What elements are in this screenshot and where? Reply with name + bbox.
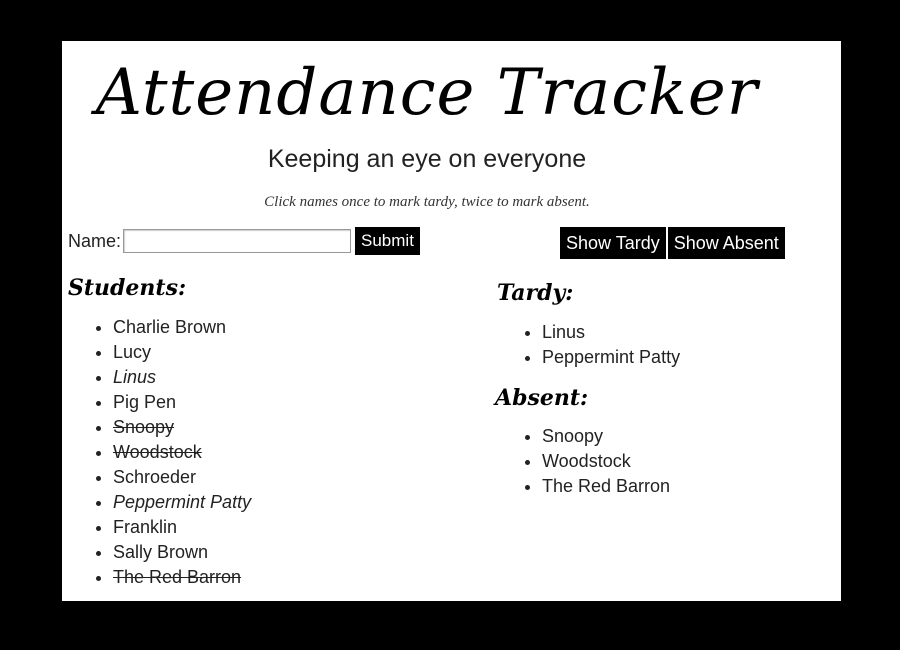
show-tardy-button[interactable]: Show Tardy — [560, 227, 666, 259]
tardy-list: LinusPeppermint Patty — [494, 320, 680, 370]
student-item[interactable]: Peppermint Patty — [113, 490, 251, 515]
filter-buttons: Show Tardy Show Absent — [560, 227, 785, 259]
absent-item: Snoopy — [542, 424, 670, 449]
instructions-text: Click names once to mark tardy, twice to… — [264, 194, 590, 210]
student-item[interactable]: The Red Barron — [113, 565, 251, 590]
absent-item: Woodstock — [542, 449, 670, 474]
student-item[interactable]: Lucy — [113, 340, 251, 365]
student-item[interactable]: Schroeder — [113, 465, 251, 490]
student-item[interactable]: Charlie Brown — [113, 315, 251, 340]
students-heading: Students: — [68, 275, 187, 301]
submit-button[interactable]: Submit — [355, 227, 420, 255]
tardy-item: Peppermint Patty — [542, 345, 680, 370]
page: Attendance Tracker Keeping an eye on eve… — [62, 41, 841, 601]
name-input[interactable] — [123, 229, 352, 253]
tardy-item: Linus — [542, 320, 680, 345]
show-absent-button[interactable]: Show Absent — [667, 227, 785, 259]
student-item[interactable]: Snoopy — [113, 415, 251, 440]
page-subtitle: Keeping an eye on everyone — [267, 145, 587, 173]
student-item[interactable]: Woodstock — [113, 440, 251, 465]
tardy-heading: Tardy: — [497, 280, 574, 306]
student-item[interactable]: Linus — [113, 365, 251, 390]
absent-list: SnoopyWoodstockThe Red Barron — [494, 424, 670, 499]
student-item[interactable]: Pig Pen — [113, 390, 251, 415]
name-label: Name: — [68, 230, 122, 251]
student-item[interactable]: Franklin — [113, 515, 251, 540]
student-item[interactable]: Sally Brown — [113, 540, 251, 565]
students-list: Charlie BrownLucyLinusPig PenSnoopyWoods… — [65, 315, 251, 590]
absent-item: The Red Barron — [542, 474, 670, 499]
page-title: Attendance Tracker — [95, 56, 759, 130]
absent-heading: Absent: — [495, 385, 589, 411]
add-student-form: Name: Submit — [68, 227, 420, 255]
